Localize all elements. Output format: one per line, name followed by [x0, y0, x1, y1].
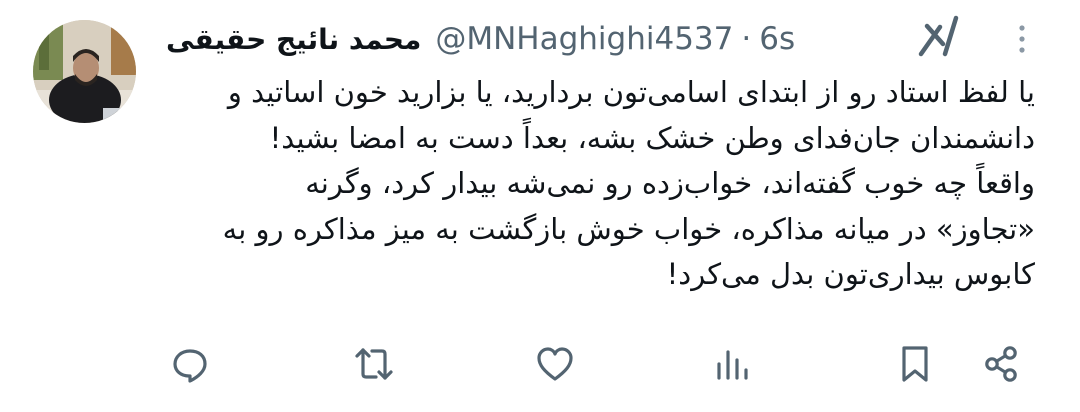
- timestamp[interactable]: 6s: [759, 21, 795, 57]
- views-button[interactable]: [710, 342, 754, 386]
- tweet-text-line: «تجاوز» در میانه مذاکره، خواب خوش بازگشت…: [222, 211, 1035, 246]
- retweet-button[interactable]: [352, 342, 396, 386]
- tweet-text-line: دانشمندان جان‌فدای وطن خشک بشه، بعداً دس…: [269, 120, 1035, 155]
- share-icon: [985, 346, 1017, 382]
- like-icon: [537, 347, 573, 381]
- bookmark-button[interactable]: [893, 342, 937, 386]
- more-options-icon[interactable]: [1010, 20, 1034, 58]
- bookmark-icon: [902, 346, 928, 382]
- author-name[interactable]: محمد نائیج حقیقی: [166, 23, 421, 56]
- tweet-text: یا لفظ استاد رو از ابتدای اسامی‌تون بردا…: [160, 70, 1035, 298]
- like-button[interactable]: [533, 342, 577, 386]
- views-icon: [717, 350, 748, 380]
- grok-icon[interactable]: [918, 14, 962, 58]
- reply-button[interactable]: [168, 342, 212, 386]
- tweet-header: محمد نائیج حقیقی @MNHaghighi4537 · 6s: [166, 14, 795, 64]
- retweet-icon: [355, 348, 393, 380]
- reply-icon: [173, 349, 207, 383]
- tweet-text-line: یا لفظ استاد رو از ابتدای اسامی‌تون بردا…: [227, 75, 1035, 109]
- tweet-actions: [0, 336, 1080, 392]
- tweet-text-line: کابوس بیداری‌تون بدل می‌کرد!: [666, 257, 1035, 291]
- author-handle[interactable]: @MNHaghighi4537: [435, 21, 733, 57]
- separator-dot: ·: [741, 21, 752, 57]
- share-button[interactable]: [980, 342, 1024, 386]
- avatar[interactable]: [33, 20, 136, 123]
- tweet-text-line: واقعاً چه خوب گفته‌اند، خواب‌زده رو نمی‌…: [305, 166, 1035, 200]
